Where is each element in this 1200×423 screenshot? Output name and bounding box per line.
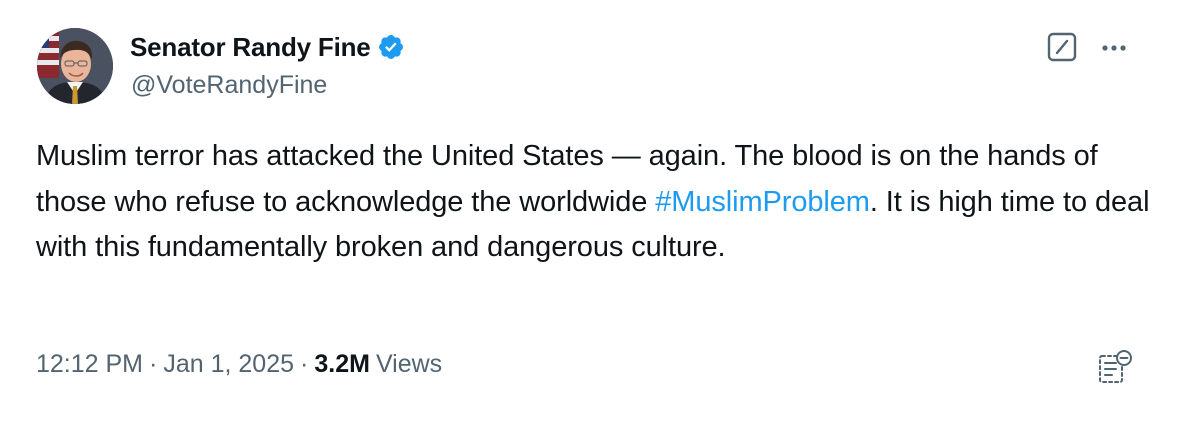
more-options-button[interactable] — [1096, 30, 1132, 66]
verified-badge-icon[interactable] — [377, 33, 405, 61]
avatar-image — [37, 28, 113, 104]
grok-button[interactable] — [1046, 31, 1078, 63]
meta-separator: · — [149, 350, 158, 378]
bookmark-list-button[interactable] — [1096, 348, 1134, 386]
more-icon — [1102, 45, 1126, 51]
post-date[interactable]: Jan 1, 2025 — [163, 350, 294, 379]
display-name[interactable]: Senator Randy Fine — [130, 32, 371, 63]
views-count: 3.2M — [314, 350, 370, 378]
meta-separator: · — [300, 350, 309, 378]
avatar[interactable] — [37, 28, 113, 104]
author-handle[interactable]: @VoteRandyFine — [131, 71, 327, 100]
hashtag-link[interactable]: #MuslimProblem — [655, 186, 870, 218]
views-label: Views — [375, 350, 443, 378]
post-time[interactable]: 12:12 PM — [36, 350, 143, 379]
post-text: Muslim terror has attacked the United St… — [36, 134, 1156, 271]
post-meta: 12:12 PM · Jan 1, 2025 · 3.2M Views — [36, 350, 442, 379]
grok-icon — [1047, 32, 1077, 62]
display-name-row: Senator Randy Fine — [130, 31, 405, 63]
bookmark-list-icon — [1099, 350, 1132, 383]
tweet-card: Senator Randy Fine @VoteRandyFine Muslim… — [0, 0, 1200, 423]
